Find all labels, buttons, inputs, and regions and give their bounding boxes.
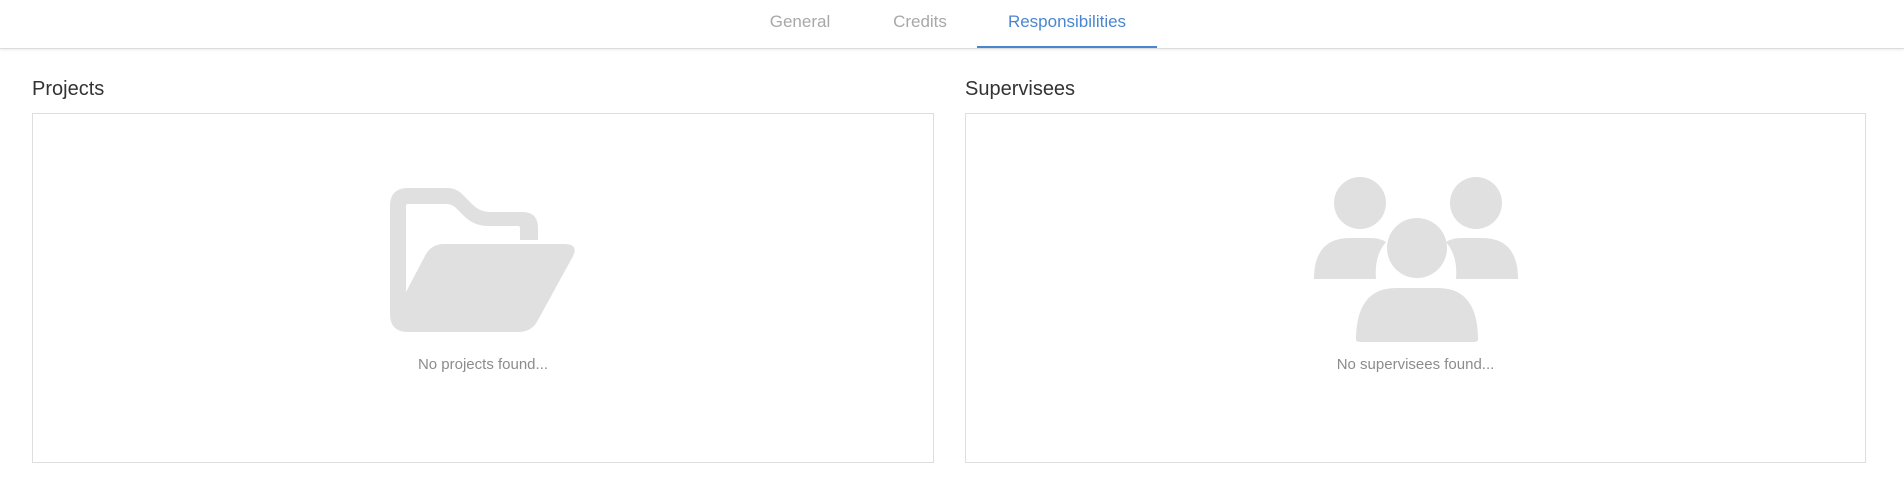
supervisees-title: Supervisees xyxy=(965,78,1076,100)
projects-panel: No projects found... xyxy=(32,113,934,463)
projects-title: Projects xyxy=(32,78,105,100)
supervisees-empty-text: No supervisees found... xyxy=(1336,356,1495,373)
tab-credits[interactable]: Credits xyxy=(865,0,975,48)
users-icon xyxy=(1313,176,1518,342)
supervisees-panel: No supervisees found... xyxy=(965,113,1866,463)
folder-open-icon xyxy=(390,188,576,332)
projects-empty-text: No projects found... xyxy=(417,356,549,373)
tab-general[interactable]: General xyxy=(745,0,855,48)
tab-responsibilities[interactable]: Responsibilities xyxy=(977,0,1157,48)
tab-bar: General Credits Responsibilities xyxy=(0,0,1904,49)
